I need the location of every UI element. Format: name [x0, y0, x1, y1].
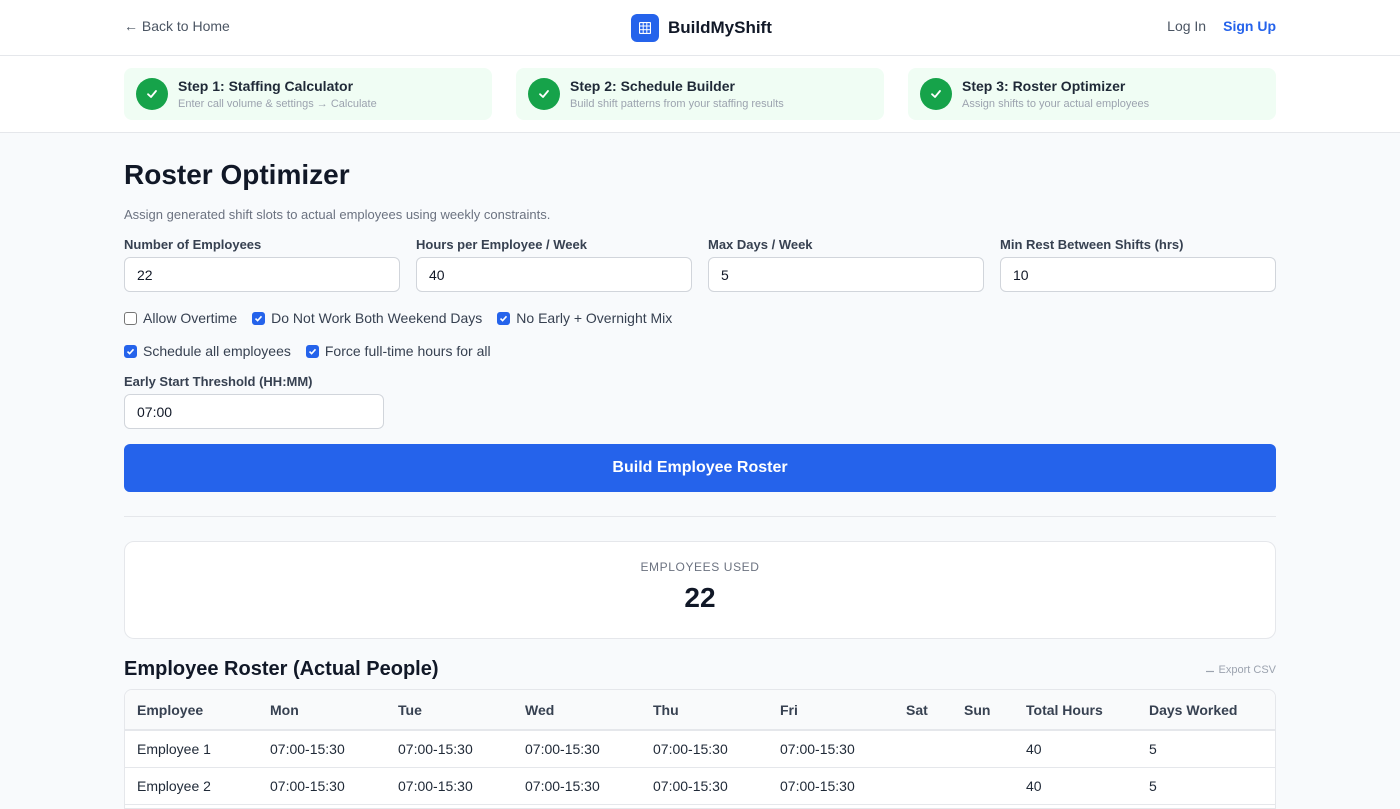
column-header: Wed	[525, 701, 555, 718]
min-rest-input[interactable]: 10	[1000, 257, 1276, 292]
employees-used-card: EMPLOYEES USED 22	[124, 541, 1276, 639]
column-header: Sun	[964, 701, 991, 718]
force-fulltime-checkbox[interactable]: Force full-time hours for all	[305, 343, 491, 359]
table-cell: 07:00-15:30	[653, 778, 728, 794]
checkbox-unchecked[interactable]	[124, 311, 137, 325]
divider	[124, 516, 1276, 517]
table-cell: 07:00-15:30	[780, 741, 855, 757]
roster-title: Employee Roster (Actual People)	[124, 658, 439, 680]
back-to-home-link[interactable]: ← Back to Home	[124, 18, 230, 34]
column-header: Employee	[137, 701, 204, 718]
employees-field: Number of Employees 22	[124, 237, 400, 292]
checkbox-label: No Early + Overnight Mix	[516, 310, 673, 326]
page-description: Assign generated shift slots to actual e…	[124, 207, 551, 222]
brand-name: BuildMyShift	[668, 18, 772, 37]
roster-table: Employee Mon Tue Wed Thu Fri Sat Sun Tot…	[124, 689, 1276, 809]
table-cell: 07:00-15:30	[525, 778, 600, 794]
table-cell: Employee 1	[137, 741, 211, 757]
table-cell: 07:00-15:30	[525, 741, 600, 757]
table-cell: 07:00-15:30	[270, 778, 345, 794]
step-title: Step 2: Schedule Builder	[570, 77, 735, 94]
no-both-weekend-checkbox[interactable]: Do Not Work Both Weekend Days	[252, 310, 482, 326]
step-schedule-builder[interactable]: Step 2: Schedule Builder Build shift pat…	[516, 68, 884, 120]
column-header: Tue	[398, 701, 422, 718]
step-subtitle: Build shift patterns from your staffing …	[570, 97, 784, 110]
table-cell: 07:00-15:30	[653, 741, 728, 757]
column-header: Fri	[780, 701, 798, 718]
step-subtitle: Assign shifts to your actual employees	[962, 97, 1150, 110]
hours-per-week-input[interactable]: 40	[416, 257, 692, 292]
table-cell: Employee 2	[137, 778, 211, 794]
early-start-field: Early Start Threshold (HH:MM) 07:00	[124, 374, 384, 429]
table-cell: 5	[1149, 778, 1157, 794]
field-label: Min Rest Between Shifts (hrs)	[1000, 237, 1184, 252]
checkbox-label: Allow Overtime	[143, 310, 238, 326]
max-days-input[interactable]: 5	[708, 257, 984, 292]
checkmark-icon	[920, 78, 952, 110]
checkbox-label: Force full-time hours for all	[324, 343, 491, 359]
column-header: Thu	[653, 701, 679, 718]
table-header: Employee Mon Tue Wed Thu Fri Sat Sun Tot…	[125, 690, 1275, 731]
table-cell: 07:00-15:30	[398, 741, 473, 757]
step-staffing-calculator[interactable]: Step 1: Staffing Calculator Enter call v…	[124, 68, 492, 120]
options-row-1: Allow Overtime Do Not Work Both Weekend …	[124, 310, 672, 326]
table-cell: 5	[1149, 741, 1157, 757]
step-title: Step 3: Roster Optimizer	[962, 77, 1126, 94]
min-rest-field: Min Rest Between Shifts (hrs) 10	[1000, 237, 1276, 292]
auth-links: Log In Sign Up	[1167, 18, 1276, 34]
checkbox-checked[interactable]	[252, 311, 266, 325]
checkmark-icon	[136, 78, 168, 110]
no-early-overnight-checkbox[interactable]: No Early + Overnight Mix	[497, 310, 672, 326]
table-cell: 40	[1026, 778, 1042, 794]
checkbox-checked[interactable]	[124, 344, 137, 358]
checkbox-checked[interactable]	[497, 311, 511, 325]
download-icon	[1205, 663, 1215, 676]
table-cell: 07:00-15:30	[270, 741, 345, 757]
checkmark-icon	[528, 78, 560, 110]
brand[interactable]: BuildMyShift	[631, 14, 772, 42]
export-csv-button[interactable]: Export CSV	[1205, 663, 1276, 676]
table-row: Employee 1 07:00-15:30 07:00-15:30 07:00…	[125, 731, 1275, 768]
table-cell: 07:00-15:30	[780, 778, 855, 794]
table-cell: 07:00-15:30	[398, 778, 473, 794]
field-label: Number of Employees	[124, 237, 262, 252]
table-cell: 40	[1026, 741, 1042, 757]
schedule-all-checkbox[interactable]: Schedule all employees	[124, 343, 291, 359]
employees-input[interactable]: 22	[124, 257, 400, 292]
build-roster-button[interactable]: Build Employee Roster	[124, 444, 1276, 492]
field-label: Hours per Employee / Week	[416, 237, 587, 252]
table-row: Employee 2 07:00-15:30 07:00-15:30 07:00…	[125, 768, 1275, 805]
options-row-2: Schedule all employees Force full-time h…	[124, 343, 491, 359]
step-title: Step 1: Staffing Calculator	[178, 77, 354, 94]
column-header: Total Hours	[1026, 701, 1103, 718]
step-roster-optimizer[interactable]: Step 3: Roster Optimizer Assign shifts t…	[908, 68, 1276, 120]
page-title: Roster Optimizer	[124, 159, 350, 190]
sign-up-link[interactable]: Sign Up	[1223, 18, 1276, 34]
export-label: Export CSV	[1218, 663, 1276, 676]
stat-label: EMPLOYEES USED	[640, 560, 760, 574]
hours-field: Hours per Employee / Week 40	[416, 237, 692, 292]
steps-progress: Step 1: Staffing Calculator Enter call v…	[0, 56, 1400, 133]
back-link-label: ← Back to Home	[124, 18, 230, 34]
checkbox-label: Schedule all employees	[143, 343, 291, 359]
max-days-field: Max Days / Week 5	[708, 237, 984, 292]
log-in-link[interactable]: Log In	[1167, 18, 1206, 34]
checkbox-checked[interactable]	[305, 344, 319, 358]
checkbox-label: Do Not Work Both Weekend Days	[271, 310, 483, 326]
allow-overtime-checkbox[interactable]: Allow Overtime	[124, 310, 237, 326]
calendar-grid-icon	[631, 14, 659, 42]
field-label: Early Start Threshold (HH:MM)	[124, 374, 313, 389]
top-nav: ← Back to Home BuildMyShift Log In Sign …	[0, 0, 1400, 56]
stat-value: 22	[684, 582, 716, 613]
column-header: Mon	[270, 701, 299, 718]
column-header: Days Worked	[1149, 701, 1238, 718]
field-label: Max Days / Week	[708, 237, 813, 252]
early-start-input[interactable]: 07:00	[124, 394, 384, 429]
column-header: Sat	[906, 701, 928, 718]
step-subtitle: Enter call volume & settings → Calculate	[178, 97, 377, 110]
